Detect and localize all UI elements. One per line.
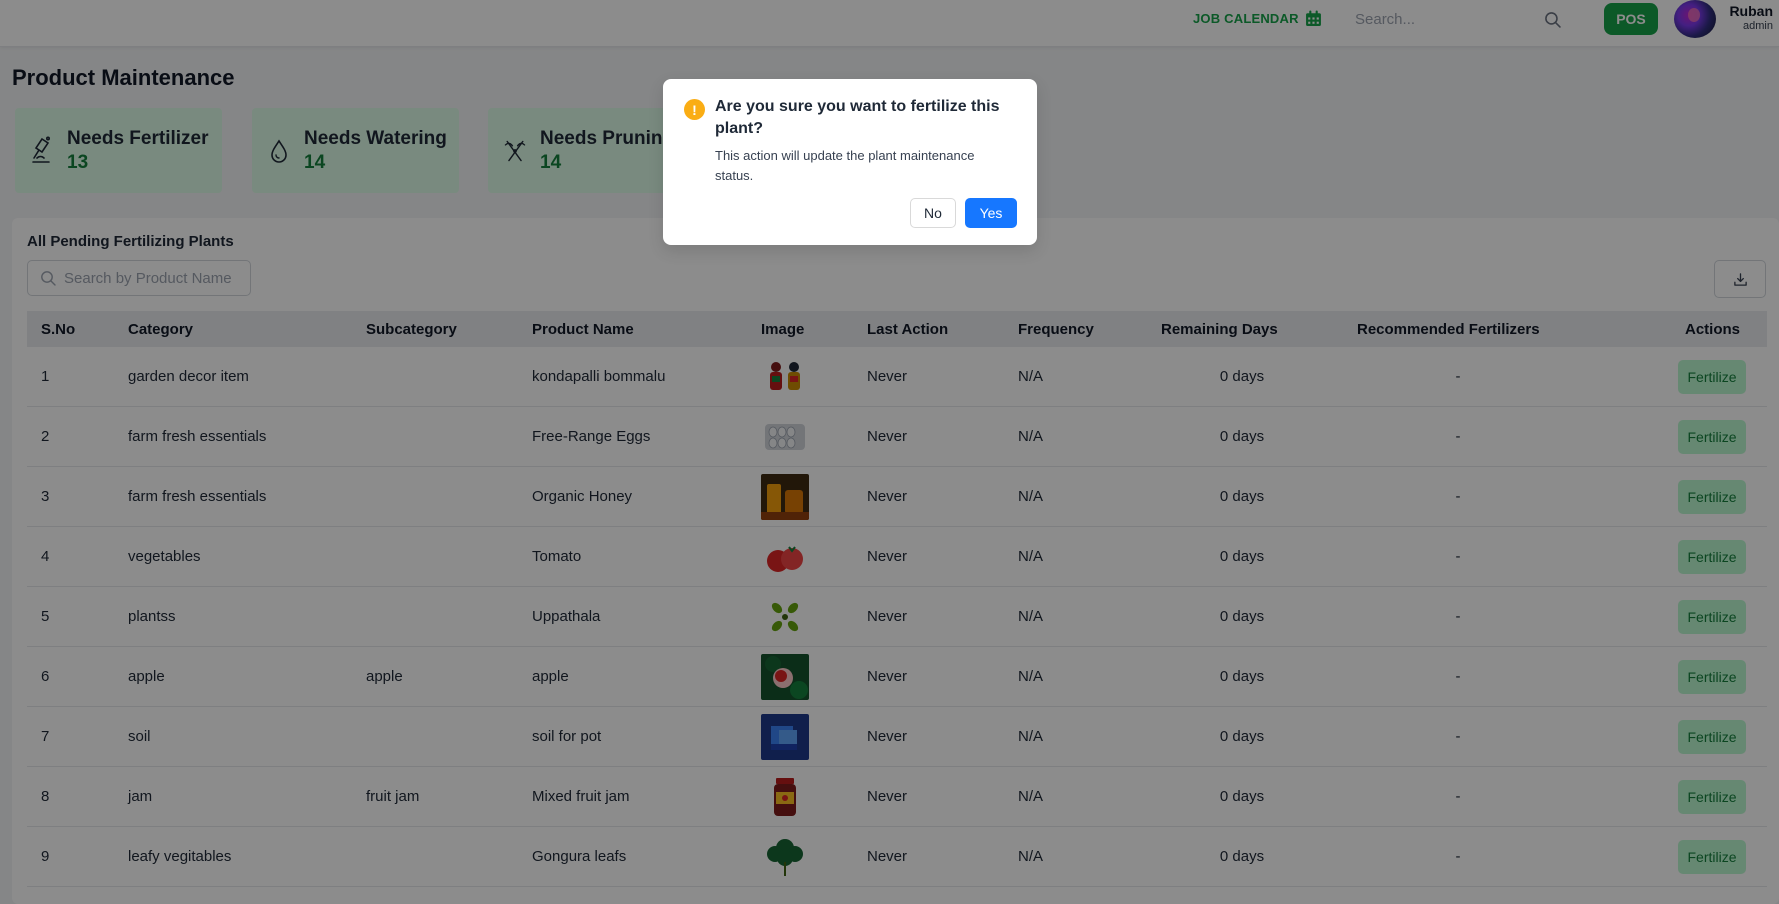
dialog-message: This action will update the plant mainte… bbox=[715, 148, 975, 183]
confirm-dialog: ! Are you sure you want to fertilize thi… bbox=[663, 79, 1037, 245]
dialog-title: Are you sure you want to fertilize this … bbox=[715, 98, 1000, 137]
warning-icon: ! bbox=[684, 99, 705, 120]
no-button[interactable]: No bbox=[910, 198, 956, 228]
yes-button[interactable]: Yes bbox=[965, 198, 1017, 228]
